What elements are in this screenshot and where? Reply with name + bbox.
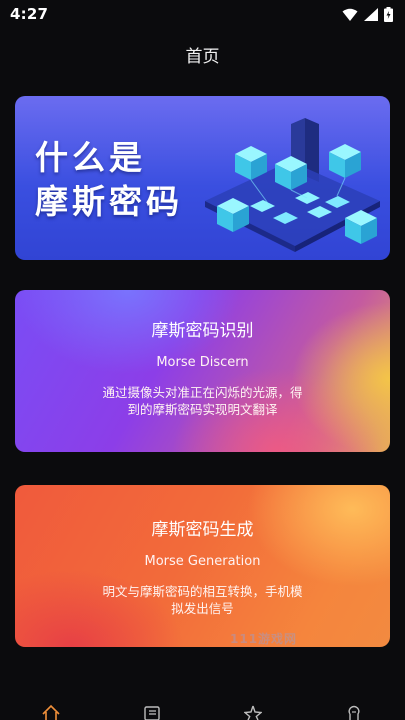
bottom-navigation bbox=[0, 704, 405, 720]
status-bar: 4:27 bbox=[0, 0, 405, 28]
banner-line-1: 什么是 bbox=[35, 138, 146, 177]
page-title: 首页 bbox=[185, 47, 220, 67]
bulb-icon bbox=[346, 704, 362, 720]
card-subtitle: Morse Discern bbox=[156, 355, 249, 370]
banner-line-2: 摩斯密码 bbox=[35, 182, 183, 221]
status-icons bbox=[342, 6, 393, 22]
watermark: 111游戏网 bbox=[230, 632, 298, 646]
morse-discern-card[interactable]: 摩斯密码识别 Morse Discern 通过摄像头对准正在闪烁的光源，得到的摩… bbox=[15, 290, 390, 452]
battery-icon bbox=[384, 6, 393, 22]
card-title: 摩斯密码生成 bbox=[151, 520, 254, 540]
card-subtitle: Morse Generation bbox=[144, 554, 261, 569]
list-icon bbox=[143, 704, 161, 720]
signal-icon bbox=[364, 7, 378, 21]
morse-generation-card[interactable]: 摩斯密码生成 Morse Generation 明文与摩斯密码的相互转换，手机模… bbox=[15, 485, 390, 647]
nav-tips[interactable] bbox=[324, 704, 384, 720]
nav-favorites[interactable] bbox=[223, 704, 283, 720]
nav-list[interactable] bbox=[122, 704, 182, 720]
app-screen: 4:27 首页 什么是 摩斯密码 摩斯密码识别 Morse Discern 通过… bbox=[0, 0, 405, 720]
card-description: 通过摄像头对准正在闪烁的光源，得到的摩斯密码实现明文翻译 bbox=[102, 385, 303, 417]
star-icon bbox=[244, 704, 263, 720]
card-title: 摩斯密码识别 bbox=[151, 321, 254, 341]
card-description: 明文与摩斯密码的相互转换，手机模拟发出信号 bbox=[102, 584, 303, 616]
nav-home[interactable] bbox=[21, 704, 81, 720]
status-time: 4:27 bbox=[10, 5, 49, 23]
home-icon bbox=[41, 704, 61, 720]
wifi-icon bbox=[342, 8, 358, 21]
isometric-blocks-illustration bbox=[205, 118, 380, 252]
morse-intro-banner[interactable]: 什么是 摩斯密码 bbox=[15, 96, 390, 260]
banner-text: 什么是 摩斯密码 bbox=[35, 136, 183, 224]
